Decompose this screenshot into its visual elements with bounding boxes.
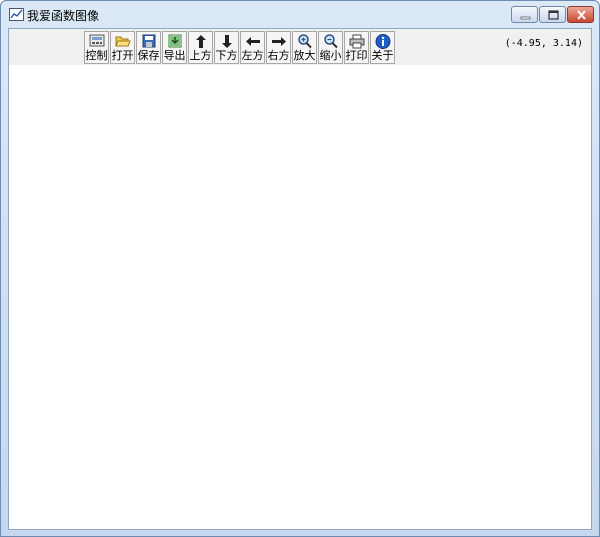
arrow-up-icon bbox=[196, 35, 206, 48]
maximize-button[interactable] bbox=[539, 6, 566, 23]
app-graph-icon bbox=[9, 8, 24, 21]
printer-icon bbox=[349, 34, 365, 49]
move-down-button-label: 下方 bbox=[215, 49, 238, 62]
move-left-button[interactable]: 左方 bbox=[240, 31, 265, 64]
zoom-out-button[interactable]: 缩小 bbox=[318, 31, 343, 64]
client-area: 控制 打开 保存 导出 上方 下方 左方 右方 放大 缩小 打印 关于 (-4.… bbox=[8, 28, 592, 530]
app-window: 我爱函数图像 控制 打开 保存 导出 上方 下方 左方 右方 放大 缩小 打印 … bbox=[0, 0, 600, 537]
move-right-button[interactable]: 右方 bbox=[266, 31, 291, 64]
folder-open-icon bbox=[115, 36, 131, 47]
print-button-label: 打印 bbox=[345, 49, 368, 62]
window-title: 我爱函数图像 bbox=[27, 9, 100, 23]
control-button-label: 控制 bbox=[85, 49, 108, 62]
export-image-icon bbox=[168, 34, 182, 48]
maximize-icon bbox=[548, 10, 559, 20]
control-panel-icon bbox=[89, 34, 105, 47]
export-button-label: 导出 bbox=[163, 49, 186, 62]
open-button[interactable]: 打开 bbox=[110, 31, 135, 64]
info-icon bbox=[375, 34, 391, 49]
toolbar: 控制 打开 保存 导出 上方 下方 左方 右方 放大 缩小 打印 关于 (-4.… bbox=[9, 29, 591, 65]
close-button[interactable] bbox=[567, 6, 594, 23]
zoom-out-icon bbox=[324, 34, 338, 49]
export-button[interactable]: 导出 bbox=[162, 31, 187, 64]
floppy-disk-icon bbox=[142, 34, 156, 48]
move-right-button-label: 右方 bbox=[267, 49, 290, 62]
arrow-right-icon bbox=[272, 37, 286, 46]
minimize-button[interactable] bbox=[511, 6, 538, 23]
arrow-left-icon bbox=[246, 37, 260, 46]
arrow-down-icon bbox=[222, 35, 232, 48]
about-button-label: 关于 bbox=[371, 49, 394, 62]
close-icon bbox=[577, 10, 586, 20]
save-button[interactable]: 保存 bbox=[136, 31, 161, 64]
control-button[interactable]: 控制 bbox=[84, 31, 109, 64]
save-button-label: 保存 bbox=[137, 49, 160, 62]
open-button-label: 打开 bbox=[111, 49, 134, 62]
zoom-in-button-label: 放大 bbox=[293, 49, 316, 62]
zoom-in-button[interactable]: 放大 bbox=[292, 31, 317, 64]
zoom-in-icon bbox=[298, 34, 312, 49]
graph-canvas[interactable] bbox=[9, 65, 591, 529]
move-down-button[interactable]: 下方 bbox=[214, 31, 239, 64]
cursor-coordinates: (-4.95, 3.14) bbox=[504, 38, 583, 49]
move-up-button-label: 上方 bbox=[189, 49, 212, 62]
about-button[interactable]: 关于 bbox=[370, 31, 395, 64]
move-left-button-label: 左方 bbox=[241, 49, 264, 62]
minimize-icon bbox=[520, 16, 531, 20]
move-up-button[interactable]: 上方 bbox=[188, 31, 213, 64]
title-bar[interactable]: 我爱函数图像 bbox=[1, 1, 599, 27]
zoom-out-button-label: 缩小 bbox=[319, 49, 342, 62]
print-button[interactable]: 打印 bbox=[344, 31, 369, 64]
